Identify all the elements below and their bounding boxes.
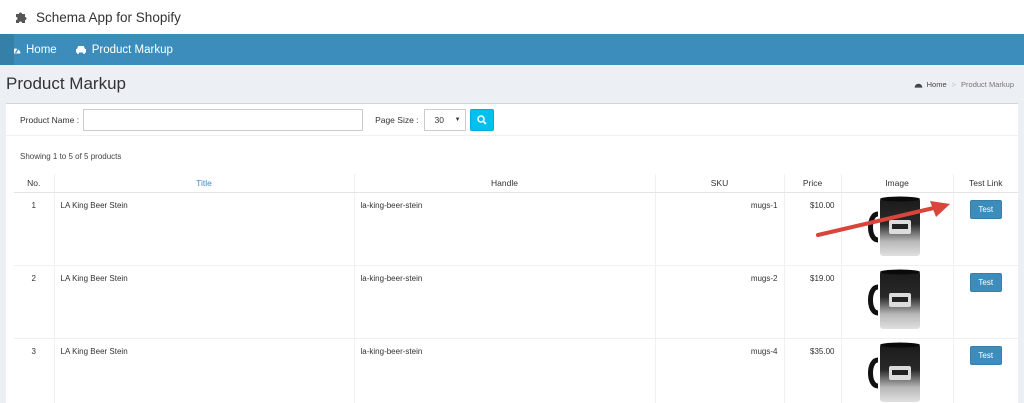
row-sku: mugs-1 <box>654 192 784 266</box>
caret-down-icon: ▼ <box>454 116 461 123</box>
col-sku[interactable]: SKU <box>654 174 784 193</box>
row-test-link: Test <box>952 338 1018 403</box>
results-summary: Showing 1 to 5 of 5 products <box>20 152 122 161</box>
breadcrumb-current: Product Markup <box>961 79 1014 89</box>
col-test-link: Test Link <box>952 174 1018 193</box>
row-test-link: Test <box>952 192 1018 266</box>
row-handle: la-king-beer-stein <box>353 192 655 266</box>
col-price[interactable]: Price <box>783 174 841 193</box>
content-header: Product Markup Home > Product Markup <box>0 65 1024 103</box>
row-sku: mugs-2 <box>654 265 784 339</box>
row-no: 3 <box>14 338 54 403</box>
row-image <box>840 338 953 403</box>
mug-image <box>868 196 920 256</box>
nav-item-product-markup[interactable]: Product Markup <box>75 44 173 56</box>
col-no[interactable]: No. <box>14 174 54 193</box>
row-test-link: Test <box>952 265 1018 339</box>
row-image <box>840 265 953 339</box>
row-title: LA King Beer Stein <box>53 192 354 266</box>
page-size-value: 30 <box>434 114 445 125</box>
breadcrumb-separator: > <box>951 79 957 89</box>
page-title: Product Markup <box>6 74 126 93</box>
row-no: 2 <box>14 265 54 339</box>
filter-row: Product Name : Page Size : 30 ▼ <box>6 104 1018 136</box>
content-area: Product Markup Home > Product Markup Pro… <box>0 65 1024 403</box>
test-button[interactable]: Test <box>969 272 1002 292</box>
page-size-select[interactable]: 30 ▼ <box>423 108 466 131</box>
products-box: Product Name : Page Size : 30 ▼ Showing … <box>6 103 1018 403</box>
app-title: Schema App for Shopify <box>36 9 181 25</box>
search-icon <box>476 114 487 125</box>
product-name-input[interactable] <box>83 108 364 131</box>
row-handle: la-king-beer-stein <box>353 265 655 339</box>
nav-edge <box>0 34 14 65</box>
main-nav: Home Product Markup <box>0 34 1024 65</box>
products-table: No. Title Handle SKU Price Image Test Li… <box>14 174 1018 403</box>
row-title: LA King Beer Stein <box>53 265 354 339</box>
nav-product-markup-label: Product Markup <box>91 43 173 56</box>
test-button[interactable]: Test <box>969 345 1002 365</box>
nav-item-home[interactable]: Home <box>10 44 57 56</box>
row-handle: la-king-beer-stein <box>353 338 655 403</box>
col-image: Image <box>840 174 953 193</box>
table-row: 3 LA King Beer Stein la-king-beer-stein … <box>14 338 1018 403</box>
app-header: Schema App for Shopify <box>0 0 1024 34</box>
breadcrumb: Home > Product Markup <box>914 80 1014 89</box>
table-row: 1 LA King Beer Stein la-king-beer-stein … <box>14 192 1018 266</box>
dashboard-icon <box>914 83 923 88</box>
page-size-label: Page Size : <box>375 114 419 125</box>
col-handle[interactable]: Handle <box>353 174 655 193</box>
row-image <box>840 192 953 266</box>
row-title: LA King Beer Stein <box>53 338 354 403</box>
row-no: 1 <box>14 192 54 266</box>
test-button[interactable]: Test <box>969 199 1002 219</box>
breadcrumb-home-label: Home <box>926 79 947 89</box>
table-header-row: No. Title Handle SKU Price Image Test Li… <box>14 174 1018 193</box>
product-name-label: Product Name : <box>20 114 80 125</box>
row-sku: mugs-4 <box>654 338 784 403</box>
row-price: $35.00 <box>783 338 841 403</box>
table-row: 2 LA King Beer Stein la-king-beer-stein … <box>14 265 1018 339</box>
mug-image <box>868 269 920 329</box>
row-price: $10.00 <box>783 192 841 266</box>
col-title[interactable]: Title <box>53 174 354 193</box>
breadcrumb-home[interactable]: Home <box>914 80 947 89</box>
mug-image <box>868 342 920 402</box>
search-button[interactable] <box>469 108 494 131</box>
car-icon <box>75 46 86 54</box>
puzzle-icon <box>14 10 28 24</box>
row-price: $19.00 <box>783 265 841 339</box>
nav-home-label: Home <box>26 43 57 56</box>
